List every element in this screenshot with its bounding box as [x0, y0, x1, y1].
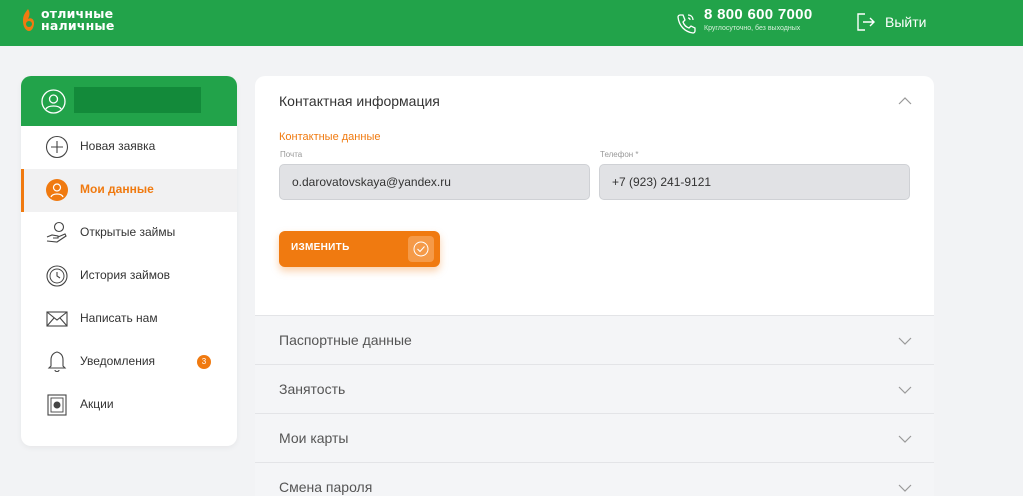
plus-circle-icon [45, 135, 69, 159]
check-circle-icon [413, 241, 429, 257]
sidebar-item-label: Уведомления [80, 354, 156, 368]
phone-note: Круглосуточно, без выходных [704, 25, 801, 32]
envelope-icon [46, 311, 68, 327]
sidebar-item-open-loans[interactable]: Открытые займы [21, 212, 237, 255]
change-button[interactable]: ИЗМЕНИТЬ [279, 231, 440, 267]
phone-field[interactable]: +7 (923) 241-9121 [599, 164, 910, 200]
sidebar-item-new-application[interactable]: Новая заявка [21, 126, 237, 169]
clock-icon [46, 265, 68, 287]
logo-text: отличные наличные [41, 7, 115, 33]
notification-count-badge: 3 [197, 355, 211, 369]
email-label: Почта [280, 150, 303, 159]
contact-section-title: Контактная информация [279, 93, 440, 109]
chevron-down-icon [898, 484, 912, 492]
coupon-icon [47, 394, 67, 416]
sidebar-item-notifications[interactable]: Уведомления 3 [21, 341, 237, 384]
accordion-title: Занятость [279, 381, 346, 397]
accordion-title: Мои карты [279, 430, 349, 446]
user-name-redacted [74, 87, 201, 113]
sidebar-item-promotions[interactable]: Акции [21, 384, 237, 427]
sidebar-item-write-us[interactable]: Написать нам [21, 298, 237, 341]
sidebar-item-label: Мои данные [80, 182, 154, 196]
bell-icon [47, 351, 67, 373]
phone-label: Телефон * [600, 150, 639, 159]
accordion-my-cards[interactable]: Мои карты [255, 413, 934, 462]
contact-subtitle: Контактные данные [279, 131, 381, 143]
accordion-employment[interactable]: Занятость [255, 364, 934, 413]
accordion-title: Смена пароля [279, 479, 373, 495]
profile-header [21, 76, 237, 126]
chevron-down-icon [898, 435, 912, 443]
logout-icon [857, 13, 875, 31]
hotline[interactable]: 8 800 600 7000 Круглосуточно, без выходн… [676, 6, 812, 34]
accordion-passport[interactable]: Паспортные данные [255, 315, 934, 364]
phone-icon [677, 14, 696, 34]
accordion-change-password[interactable]: Смена пароля [255, 462, 934, 496]
coin-hand-icon [46, 221, 67, 243]
logout-button[interactable]: Выйти [855, 11, 926, 33]
logo-line2: наличные [41, 18, 115, 33]
sidebar-item-label: Открытые займы [80, 225, 176, 239]
user-icon [46, 179, 68, 201]
check-icon-box [408, 236, 434, 262]
sidebar-item-label: История займов [80, 268, 171, 282]
chevron-up-icon [898, 97, 912, 105]
phone-number: 8 800 600 7000 [704, 6, 813, 23]
logo[interactable]: отличные наличные [20, 7, 115, 33]
contact-section-header[interactable]: Контактная информация [255, 76, 934, 124]
profile-card: Контактная информация Контактные данные … [255, 76, 934, 496]
sidebar-item-label: Акции [80, 397, 114, 411]
sidebar: Новая заявка Мои данные Открытые займы И… [21, 76, 237, 446]
avatar-icon[interactable] [41, 89, 66, 114]
sidebar-item-label: Новая заявка [80, 139, 156, 153]
sidebar-item-my-data[interactable]: Мои данные [21, 169, 237, 212]
accordion-title: Паспортные данные [279, 332, 412, 348]
chevron-down-icon [898, 337, 912, 345]
logout-label: Выйти [885, 14, 927, 30]
sidebar-item-label: Написать нам [80, 311, 158, 325]
sidebar-item-loan-history[interactable]: История займов [21, 255, 237, 298]
top-header: отличные наличные 8 800 600 7000 Круглос… [0, 0, 1023, 46]
logo-icon [23, 9, 34, 31]
email-field[interactable]: o.darovatovskaya@yandex.ru [279, 164, 590, 200]
chevron-down-icon [898, 386, 912, 394]
change-button-label: ИЗМЕНИТЬ [291, 242, 350, 253]
